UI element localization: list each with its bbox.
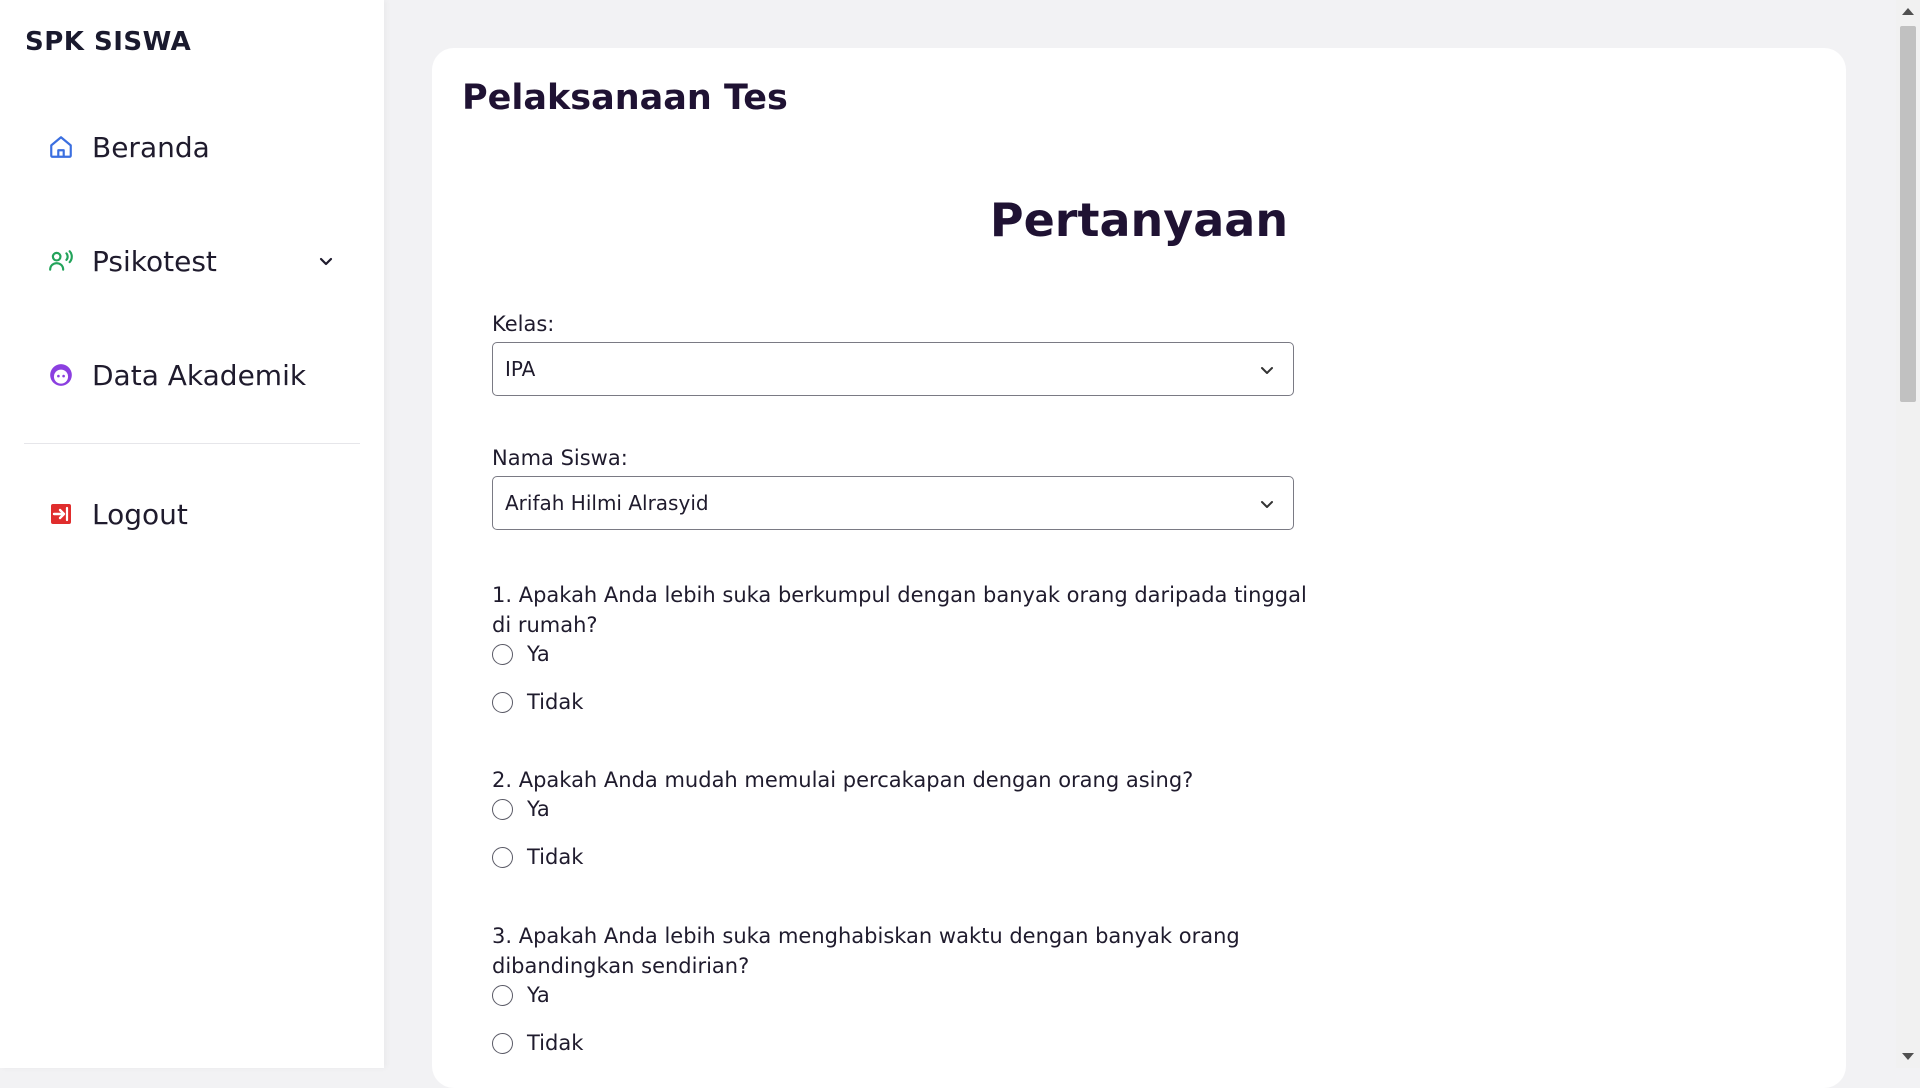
radio-button[interactable] — [492, 643, 513, 665]
page-title: Pelaksanaan Tes — [462, 78, 788, 118]
brand-title: SPK SISWA — [25, 27, 192, 57]
radio-button[interactable] — [492, 798, 513, 820]
question-text: 2. Apakah Anda mudah memulai percakapan … — [492, 768, 1194, 792]
radio-button[interactable] — [492, 846, 513, 868]
radio-label: Tidak — [527, 845, 584, 869]
users-voice-icon — [46, 246, 76, 276]
radio-option-tidak[interactable]: Tidak — [492, 1028, 583, 1058]
scroll-up-arrow[interactable] — [1902, 8, 1914, 15]
sidebar-item-label: Logout — [92, 497, 188, 531]
radio-label: Ya — [527, 797, 550, 821]
radio-label: Ya — [527, 983, 550, 1007]
radio-label: Ya — [527, 642, 550, 666]
radio-option-ya[interactable]: Ya — [492, 639, 550, 669]
radio-button[interactable] — [492, 984, 513, 1006]
kelas-value: IPA — [505, 357, 536, 381]
nama-siswa-select[interactable]: Arifah Hilmi Alrasyid — [492, 476, 1294, 530]
chevron-down-icon — [1257, 494, 1277, 514]
radio-option-ya[interactable]: Ya — [492, 980, 550, 1010]
radio-option-ya[interactable]: Ya — [492, 794, 550, 824]
nama-siswa-value: Arifah Hilmi Alrasyid — [505, 491, 709, 515]
section-title: Pertanyaan — [989, 193, 1289, 247]
content-card: Pelaksanaan Tes Pertanyaan Kelas: IPA Na… — [432, 48, 1846, 1088]
scroll-down-arrow[interactable] — [1902, 1053, 1914, 1060]
sidebar-item-psikotest[interactable]: Psikotest — [46, 239, 346, 283]
question-text: 3. Apakah Anda lebih suka menghabiskan w… — [492, 924, 1240, 978]
sidebar-item-label: Data Akademik — [92, 358, 307, 392]
kelas-label: Kelas: — [492, 312, 555, 336]
kelas-select[interactable]: IPA — [492, 342, 1294, 396]
page-scrollbar[interactable] — [1896, 0, 1920, 1068]
sidebar: SPK SISWA Beranda Psikotest Data Akademi… — [0, 0, 384, 1068]
chevron-down-icon[interactable] — [316, 251, 336, 271]
sidebar-item-data-akademik[interactable]: Data Akademik — [46, 353, 346, 397]
chevron-down-icon — [1257, 360, 1277, 380]
radio-button[interactable] — [492, 691, 513, 713]
scrollbar-thumb[interactable] — [1900, 26, 1916, 402]
home-icon — [46, 132, 76, 162]
face-icon — [46, 360, 76, 390]
question-text: 1. Apakah Anda lebih suka berkumpul deng… — [492, 583, 1307, 637]
radio-label: Tidak — [527, 1031, 584, 1055]
sidebar-item-label: Beranda — [92, 130, 210, 164]
main-area: Pelaksanaan Tes Pertanyaan Kelas: IPA Na… — [384, 0, 1896, 1088]
sidebar-divider — [24, 443, 360, 444]
logout-icon — [46, 499, 76, 529]
sidebar-item-logout[interactable]: Logout — [46, 492, 346, 536]
radio-button[interactable] — [492, 1032, 513, 1054]
sidebar-item-label: Psikotest — [92, 244, 217, 278]
sidebar-item-beranda[interactable]: Beranda — [46, 125, 346, 169]
radio-label: Tidak — [527, 690, 584, 714]
nama-siswa-label: Nama Siswa: — [492, 446, 628, 470]
radio-option-tidak[interactable]: Tidak — [492, 842, 583, 872]
radio-option-tidak[interactable]: Tidak — [492, 687, 583, 717]
